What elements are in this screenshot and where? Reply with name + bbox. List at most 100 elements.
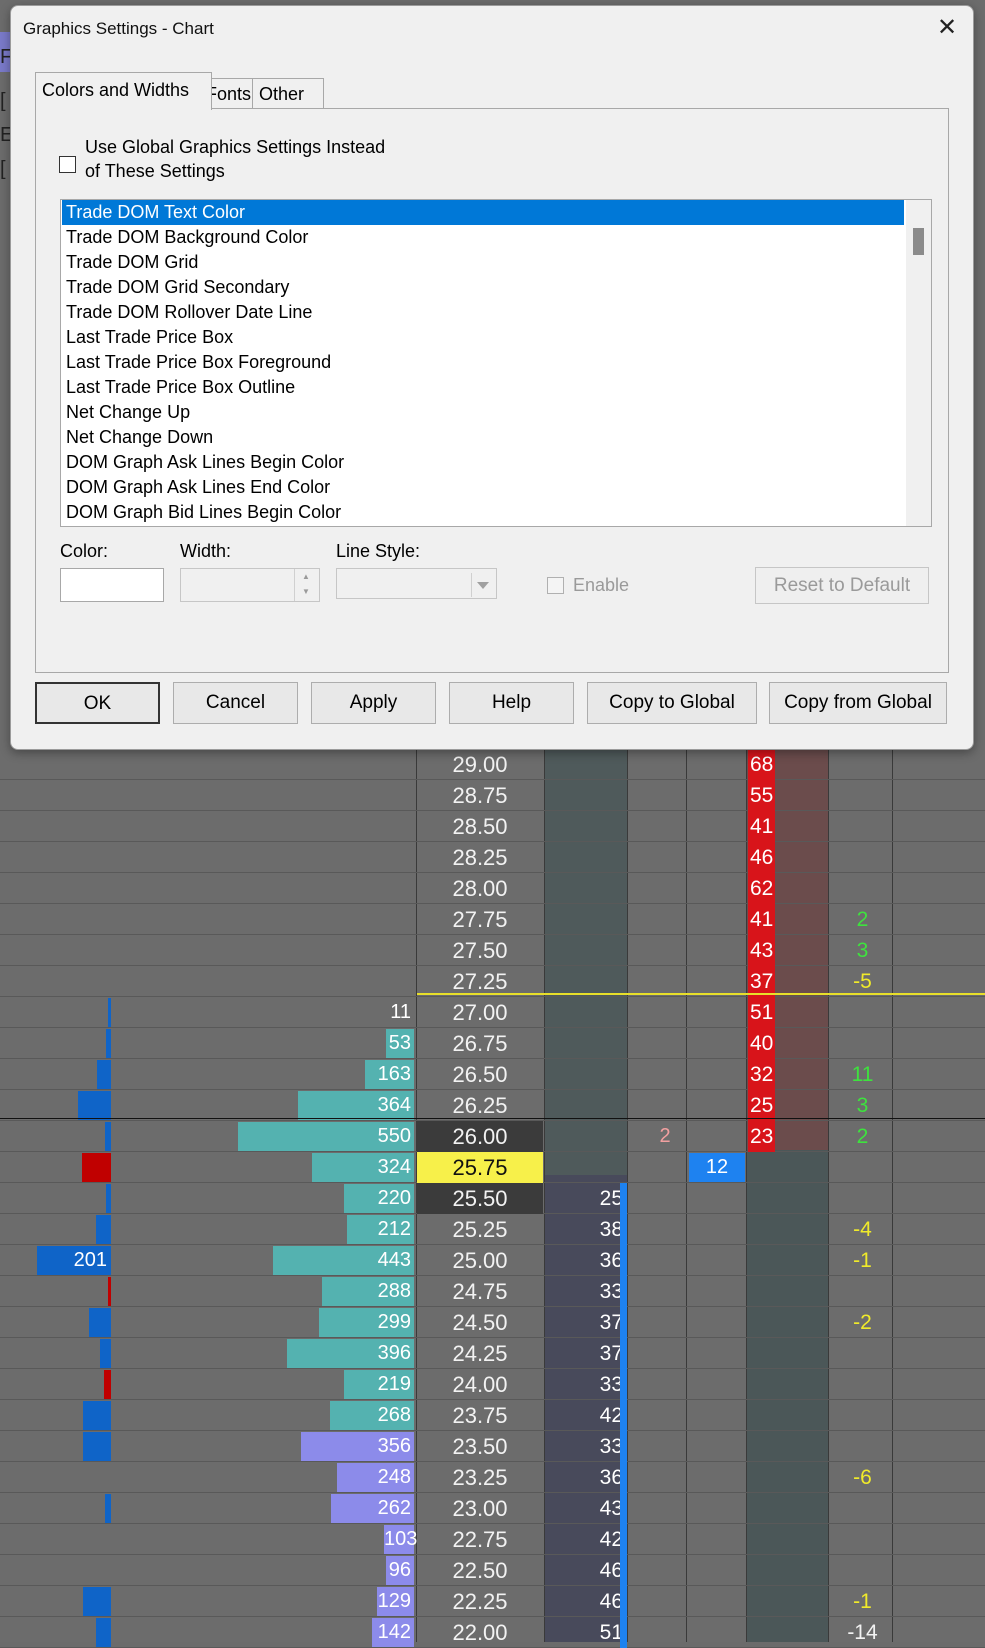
- help-button[interactable]: Help: [449, 682, 574, 724]
- ask-size[interactable]: 62: [748, 873, 776, 904]
- bid-size[interactable]: 37: [545, 1307, 623, 1338]
- list-item[interactable]: Net Change Up: [62, 400, 904, 425]
- price-cell[interactable]: 26.25: [417, 1090, 543, 1121]
- price-cell[interactable]: 24.00: [417, 1369, 543, 1400]
- color-element-list[interactable]: Trade DOM Text Color Trade DOM Background…: [60, 199, 932, 527]
- price-cell[interactable]: 23.50: [417, 1431, 543, 1462]
- list-item[interactable]: Last Trade Price Box Foreground: [62, 350, 904, 375]
- ladder-row[interactable]: 103 22.75 42: [0, 1524, 985, 1555]
- ladder-row[interactable]: 96 22.50 46: [0, 1555, 985, 1586]
- ladder-row[interactable]: 142 22.00 51 -14: [0, 1617, 985, 1648]
- tab-other[interactable]: Other: [252, 78, 324, 109]
- bid-size[interactable]: 51: [545, 1617, 623, 1648]
- bid-size[interactable]: 33: [545, 1369, 623, 1400]
- enable-checkbox[interactable]: [547, 577, 564, 594]
- color-swatch[interactable]: [60, 568, 164, 602]
- ask-size[interactable]: 55: [748, 780, 776, 811]
- ladder-row[interactable]: 220 25.50 25: [0, 1183, 985, 1214]
- list-item[interactable]: Net Change Down: [62, 425, 904, 450]
- price-cell[interactable]: 26.75: [417, 1028, 543, 1059]
- copy-from-global-button[interactable]: Copy from Global: [769, 682, 947, 724]
- ask-size[interactable]: 32: [748, 1059, 776, 1090]
- list-scrollbar[interactable]: [906, 200, 931, 526]
- price-cell[interactable]: 24.50: [417, 1307, 543, 1338]
- bid-size[interactable]: 33: [545, 1431, 623, 1462]
- ask-size[interactable]: 41: [748, 904, 776, 935]
- list-item[interactable]: Trade DOM Grid Secondary: [62, 275, 904, 300]
- list-item[interactable]: Trade DOM Rollover Date Line: [62, 300, 904, 325]
- bid-size[interactable]: 37: [545, 1338, 623, 1369]
- ask-size[interactable]: 25: [748, 1090, 776, 1121]
- line-style-select[interactable]: [336, 568, 497, 599]
- scrollbar-thumb[interactable]: [913, 228, 924, 255]
- ladder-row[interactable]: 28.50 41: [0, 811, 985, 842]
- ladder-row[interactable]: 11 27.00 51: [0, 997, 985, 1028]
- price-cell[interactable]: 29.00: [417, 749, 543, 780]
- close-button[interactable]: ✕: [927, 10, 967, 46]
- price-cell[interactable]: 27.00: [417, 997, 543, 1028]
- ladder-row[interactable]: 248 23.25 36 -6: [0, 1462, 985, 1493]
- ask-size[interactable]: 23: [748, 1121, 776, 1152]
- ladder-row[interactable]: 201 443 25.00 36 -1: [0, 1245, 985, 1276]
- price-cell[interactable]: 25.50: [417, 1183, 543, 1214]
- ladder-row[interactable]: 53 26.75 40: [0, 1028, 985, 1059]
- ladder-row[interactable]: 29.00 68: [0, 749, 985, 780]
- price-cell[interactable]: 28.50: [417, 811, 543, 842]
- ladder-row[interactable]: 268 23.75 42: [0, 1400, 985, 1431]
- price-cell[interactable]: 26.00: [417, 1121, 543, 1152]
- ladder-row[interactable]: 129 22.25 46 -1: [0, 1586, 985, 1617]
- price-cell[interactable]: 22.75: [417, 1524, 543, 1555]
- price-cell[interactable]: 27.50: [417, 935, 543, 966]
- list-item[interactable]: Trade DOM Background Color: [62, 225, 904, 250]
- ask-size[interactable]: 43: [748, 935, 776, 966]
- bid-size[interactable]: 33: [545, 1276, 623, 1307]
- price-cell[interactable]: 24.25: [417, 1338, 543, 1369]
- cancel-button[interactable]: Cancel: [173, 682, 298, 724]
- ladder-row[interactable]: 219 24.00 33: [0, 1369, 985, 1400]
- price-cell[interactable]: 28.00: [417, 873, 543, 904]
- bid-size[interactable]: 42: [545, 1524, 623, 1555]
- list-item[interactable]: DOM Graph Ask Lines End Color: [62, 475, 904, 500]
- copy-to-global-button[interactable]: Copy to Global: [587, 682, 757, 724]
- apply-button[interactable]: Apply: [311, 682, 436, 724]
- bid-size[interactable]: 46: [545, 1586, 623, 1617]
- price-cell[interactable]: 24.75: [417, 1276, 543, 1307]
- list-item[interactable]: Last Trade Price Box: [62, 325, 904, 350]
- ladder-row[interactable]: 28.75 55: [0, 780, 985, 811]
- price-cell[interactable]: 23.75: [417, 1400, 543, 1431]
- list-item[interactable]: Trade DOM Text Color: [62, 200, 904, 225]
- bid-size[interactable]: 38: [545, 1214, 623, 1245]
- ladder-row[interactable]: 550 26.00 2 23 2: [0, 1121, 985, 1152]
- ok-button[interactable]: OK: [35, 682, 160, 724]
- bid-size[interactable]: 25: [545, 1183, 623, 1214]
- ladder-row[interactable]: 27.75 41 2: [0, 904, 985, 935]
- ladder-row[interactable]: 28.00 62: [0, 873, 985, 904]
- list-item[interactable]: DOM Graph Bid Lines Begin Color: [62, 500, 904, 525]
- price-cell[interactable]: 27.75: [417, 904, 543, 935]
- bid-size[interactable]: 36: [545, 1462, 623, 1493]
- list-item[interactable]: Trade DOM Grid: [62, 250, 904, 275]
- price-cell[interactable]: 25.00: [417, 1245, 543, 1276]
- ask-size[interactable]: 46: [748, 842, 776, 873]
- list-item[interactable]: Last Trade Price Box Outline: [62, 375, 904, 400]
- ladder-row[interactable]: 288 24.75 33: [0, 1276, 985, 1307]
- width-spin-buttons[interactable]: ▲ ▼: [294, 569, 319, 601]
- ask-size[interactable]: 68: [748, 749, 776, 780]
- width-spinner[interactable]: ▲ ▼: [180, 568, 320, 602]
- price-cell[interactable]: 22.00: [417, 1617, 543, 1648]
- ladder-row[interactable]: 299 24.50 37 -2: [0, 1307, 985, 1338]
- bid-size[interactable]: 42: [545, 1400, 623, 1431]
- ladder-row[interactable]: 27.50 43 3: [0, 935, 985, 966]
- price-cell[interactable]: 25.75: [417, 1152, 543, 1183]
- tab-colors-and-widths[interactable]: Colors and Widths: [35, 72, 212, 110]
- price-cell[interactable]: 22.25: [417, 1586, 543, 1617]
- ladder-row[interactable]: 262 23.00 43: [0, 1493, 985, 1524]
- ladder-row[interactable]: 28.25 46: [0, 842, 985, 873]
- price-cell[interactable]: 28.75: [417, 780, 543, 811]
- bid-size[interactable]: 43: [545, 1493, 623, 1524]
- use-global-checkbox[interactable]: [59, 156, 76, 173]
- price-cell[interactable]: 26.50: [417, 1059, 543, 1090]
- ladder-row[interactable]: 364 26.25 25 3: [0, 1090, 985, 1121]
- bid-size[interactable]: 36: [545, 1245, 623, 1276]
- price-cell[interactable]: 22.50: [417, 1555, 543, 1586]
